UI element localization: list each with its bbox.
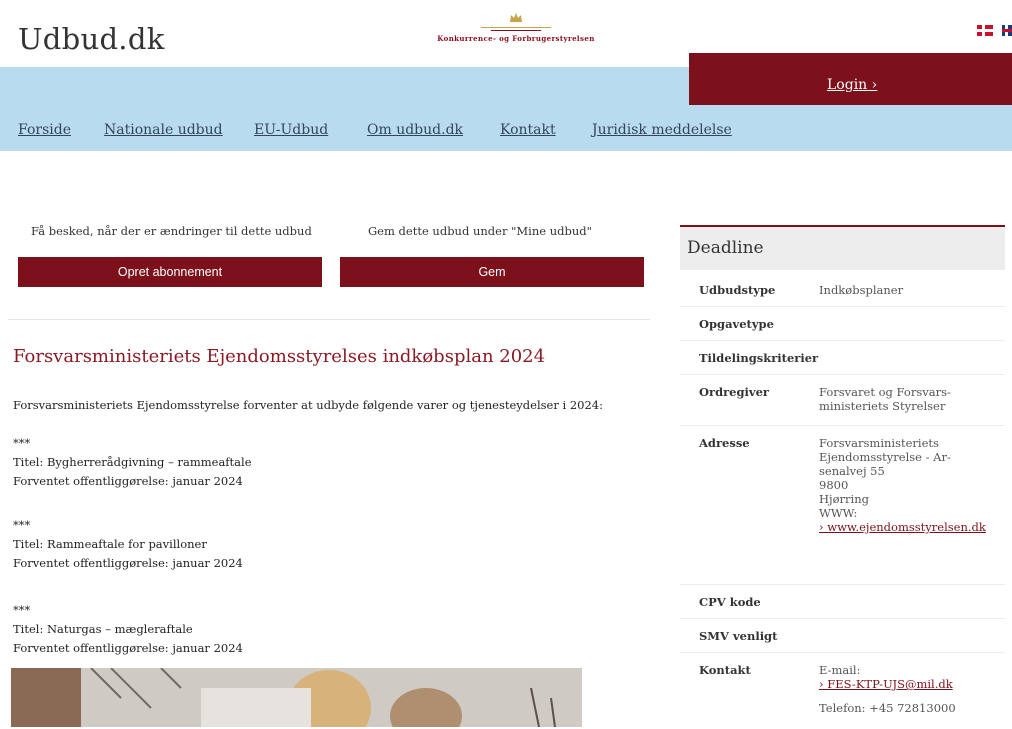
- list-item: *** Titel: Bygherrerådgivning – rammeaft…: [13, 434, 252, 491]
- www-label: WWW:: [819, 506, 858, 520]
- item-marker: ***: [13, 518, 31, 532]
- language-switcher: [977, 25, 1012, 36]
- item-title: Titel: Naturgas – mægleraftale: [13, 622, 193, 636]
- intro-text: Forsvarsministeriets Ejendomsstyrelse fo…: [13, 398, 603, 412]
- item-date: Forventet offentliggørelse: januar 2024: [13, 641, 243, 655]
- sidebar-heading: Deadline: [680, 227, 1005, 270]
- login-bar: Login ›: [689, 53, 1012, 105]
- email-link[interactable]: › FES-KTP-UJS@mil.dk: [819, 677, 953, 691]
- nav-om-udbud[interactable]: Om udbud.dk: [367, 122, 463, 138]
- detail-label: CPV kode: [699, 595, 761, 609]
- subscribe-prompt: Få besked, når der er ændringer til dett…: [31, 224, 312, 238]
- detail-row-smv: SMV venligt: [680, 619, 1005, 653]
- detail-row-kontakt: Kontakt E-mail: › FES-KTP-UJS@mil.dk Tel…: [680, 653, 1005, 729]
- address-postcode: 9800: [819, 478, 849, 492]
- detail-label: Opgavetype: [699, 317, 774, 331]
- item-date: Forventet offentliggørelse: januar 2024: [13, 474, 243, 488]
- list-item: *** Titel: Rammeaftale for pavilloner Fo…: [13, 516, 243, 573]
- crown-icon: [510, 13, 522, 22]
- contact-block: E-mail: › FES-KTP-UJS@mil.dk Telefon: +4…: [819, 663, 995, 715]
- subscribe-button[interactable]: Opret abonnement: [18, 257, 322, 287]
- address-street: Forsvarsministeriets Ejendomsstyrelse - …: [819, 436, 951, 478]
- detail-label: Adresse: [699, 436, 750, 450]
- agency-logo[interactable]: Konkurrence- og Forbrugerstyrelsen: [413, 12, 619, 52]
- danish-flag-icon[interactable]: [977, 25, 993, 36]
- detail-label: SMV venligt: [699, 629, 778, 643]
- photo-scene: [11, 668, 582, 727]
- page-title: Forsvarsministeriets Ejendomsstyrelses i…: [13, 346, 546, 367]
- detail-row-udbudstype: Udbudstype Indkøbsplaner: [680, 273, 1005, 307]
- details-sidebar: Deadline Udbudstype Indkøbsplaner Opgave…: [680, 225, 1005, 729]
- english-flag-icon[interactable]: [1002, 25, 1012, 36]
- content-divider: [8, 319, 650, 320]
- save-button[interactable]: Gem: [340, 257, 644, 287]
- agency-name: Konkurrence- og Forbrugerstyrelsen: [437, 34, 595, 43]
- nav-eu-udbud[interactable]: EU-Udbud: [254, 122, 328, 138]
- phone-number: Telefon: +45 72813000: [819, 701, 956, 715]
- item-date: Forventet offentliggørelse: januar 2024: [13, 556, 243, 570]
- detail-row-cpv: CPV kode: [680, 585, 1005, 619]
- item-marker: ***: [13, 436, 31, 450]
- address-block: Forsvarsministeriets Ejendomsstyrelse - …: [819, 436, 995, 534]
- detail-row-ordregiver: Ordregiver Forsvaret og Forsvars-ministe…: [680, 375, 1005, 426]
- detail-label: Tildelingskriterier: [699, 351, 819, 365]
- detail-value: Indkøbsplaner: [819, 283, 904, 297]
- detail-label: Udbudstype: [699, 283, 776, 297]
- nav-kontakt[interactable]: Kontakt: [500, 122, 556, 138]
- item-title: Titel: Rammeaftale for pavilloner: [13, 537, 207, 551]
- item-marker: ***: [13, 603, 31, 617]
- detail-label: Kontakt: [699, 663, 751, 677]
- nav-juridisk-meddelelse[interactable]: Juridisk meddelelse: [592, 122, 732, 138]
- email-label: E-mail:: [819, 663, 861, 677]
- site-logo[interactable]: Udbud.dk: [18, 22, 165, 56]
- nav-forside[interactable]: Forside: [18, 122, 71, 138]
- save-prompt: Gem dette udbud under "Mine udbud": [368, 224, 592, 238]
- detail-row-opgavetype: Opgavetype: [680, 307, 1005, 341]
- website-link[interactable]: › www.ejendomsstyrelsen.dk: [819, 520, 986, 534]
- address-city: Hjørring: [819, 492, 869, 506]
- login-link[interactable]: Login ›: [827, 77, 877, 93]
- list-item: *** Titel: Naturgas – mægleraftale Forve…: [13, 601, 243, 658]
- detail-row-tildelingskriterier: Tildelingskriterier: [680, 341, 1005, 375]
- detail-row-adresse: Adresse Forsvarsministeriets Ejendomssty…: [680, 426, 1005, 585]
- nav-nationale-udbud[interactable]: Nationale udbud: [104, 122, 223, 138]
- content-photo: [11, 668, 582, 727]
- logo-lines: [413, 24, 619, 34]
- item-title: Titel: Bygherrerådgivning – rammeaftale: [13, 455, 252, 469]
- detail-value: Forsvaret og Forsvars-ministeriets Styre…: [819, 385, 951, 413]
- detail-label: Ordregiver: [699, 385, 769, 399]
